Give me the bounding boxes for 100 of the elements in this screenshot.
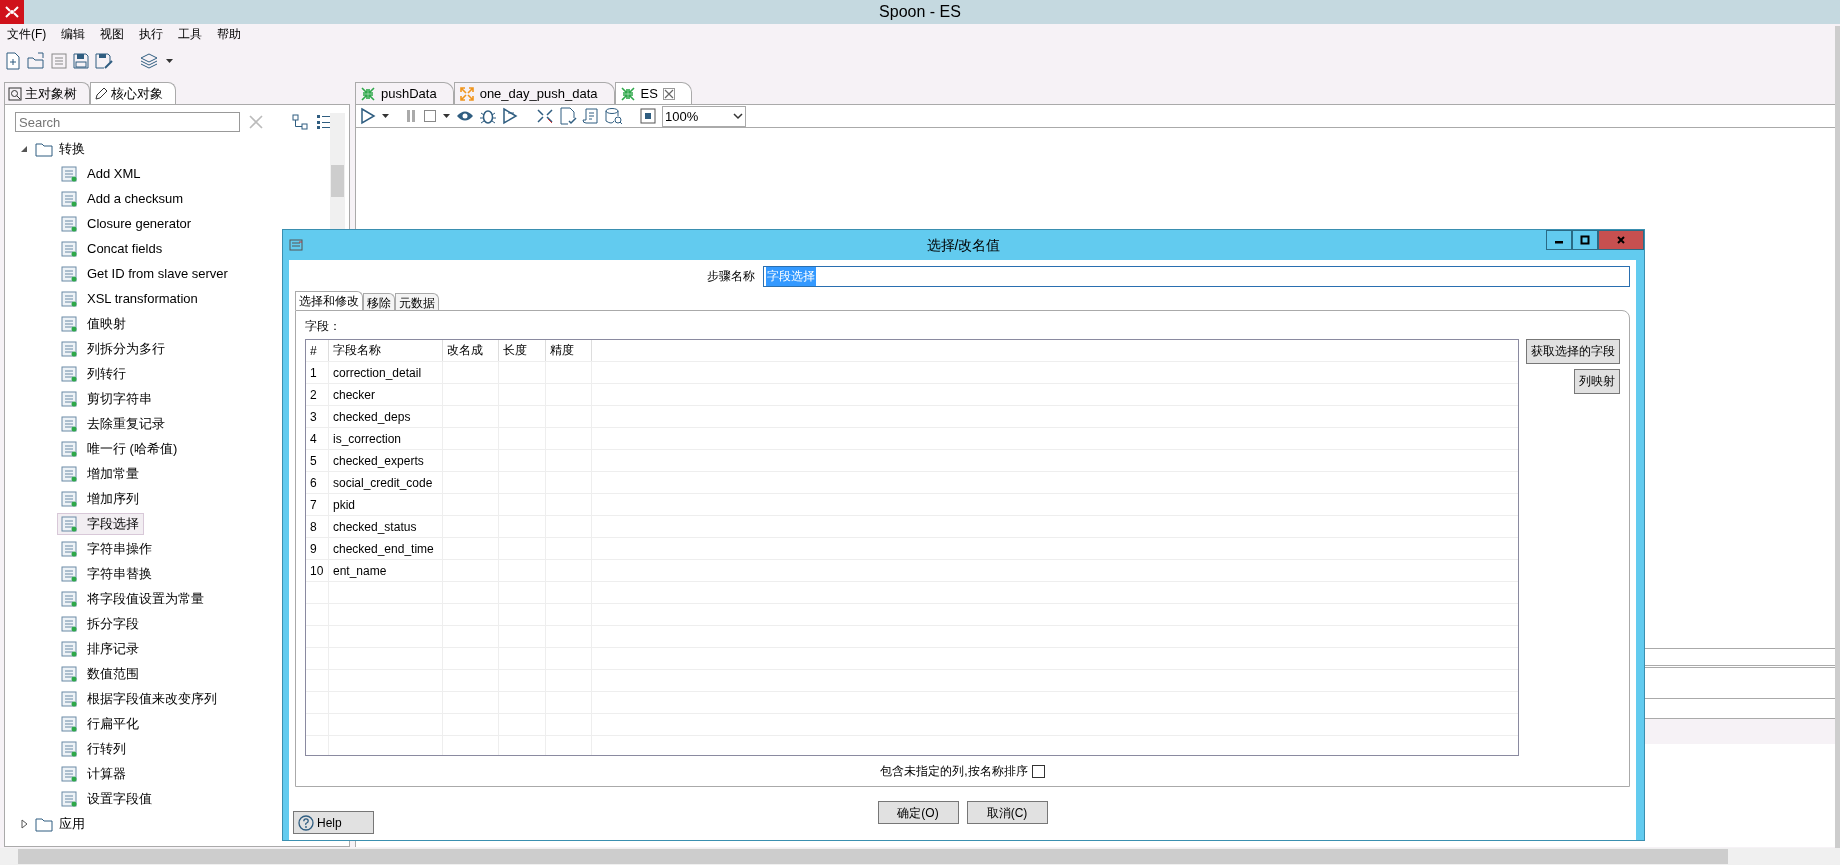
save-icon[interactable] <box>73 52 89 70</box>
layers-icon[interactable] <box>139 52 159 70</box>
script-icon[interactable] <box>582 107 600 125</box>
menu-item[interactable]: 执行 <box>139 25 164 43</box>
step-icon <box>60 514 78 533</box>
column-header[interactable]: 改名成 <box>443 340 499 361</box>
tab[interactable]: 核心对象 <box>90 82 176 104</box>
list-icon <box>289 238 303 252</box>
tree-item[interactable]: 字符串替换 <box>57 562 157 585</box>
collapsed-arrow-icon[interactable] <box>19 818 29 829</box>
row-number: 6 <box>306 472 329 493</box>
action-button[interactable]: 获取选择的字段 <box>1526 339 1620 364</box>
list-view-icon[interactable] <box>316 114 332 130</box>
close-tab-icon[interactable] <box>662 87 675 100</box>
row-number: 9 <box>306 538 329 559</box>
step-icon <box>60 164 78 183</box>
help-button[interactable]: Help <box>293 811 374 834</box>
stop-icon[interactable] <box>423 107 437 125</box>
tree-item[interactable]: 将字段值设置为常量 <box>57 587 209 610</box>
tree-item[interactable]: 计算器 <box>57 762 131 785</box>
step-icon <box>60 414 78 433</box>
tree-item[interactable]: 字符串操作 <box>57 537 157 560</box>
step-icon <box>60 789 78 808</box>
menu-item[interactable]: 帮助 <box>217 25 242 43</box>
checkbox[interactable] <box>1031 765 1045 778</box>
square-icon[interactable] <box>639 107 657 125</box>
dialog-button[interactable]: 确定(O) <box>877 801 959 824</box>
step-icon <box>60 639 78 658</box>
zoom-select[interactable]: 100% <box>662 105 746 127</box>
tree-item[interactable]: Get ID from slave server <box>57 262 233 285</box>
table-cell: checker <box>329 384 443 405</box>
tree-item[interactable]: Add a checksum <box>57 187 189 210</box>
search-field[interactable]: Search <box>15 112 240 132</box>
table-cell: social_credit_code <box>329 472 443 493</box>
tree-item[interactable]: 列拆分为多行 <box>57 337 170 360</box>
folder-icon <box>35 140 53 157</box>
menu-item[interactable]: 视图 <box>100 25 125 43</box>
tree-item[interactable]: 字段选择 <box>57 512 144 535</box>
tree-item[interactable]: Closure generator <box>57 212 197 235</box>
save-as-icon[interactable] <box>95 52 113 70</box>
close-icon <box>1616 235 1626 245</box>
column-header[interactable]: 字段名称 <box>329 340 443 361</box>
database-search-icon[interactable] <box>605 107 623 125</box>
tree-item[interactable]: 设置字段值 <box>57 787 157 810</box>
replay-icon[interactable] <box>502 107 520 125</box>
column-header[interactable]: 精度 <box>546 340 592 361</box>
menu-item[interactable]: 工具 <box>178 25 203 43</box>
tree-item[interactable]: 唯一行 (哈希值) <box>57 437 183 460</box>
close-button[interactable] <box>1598 230 1644 250</box>
tree-folder[interactable]: 转换 <box>59 139 85 158</box>
document-check-icon[interactable] <box>559 107 577 125</box>
step-icon <box>60 289 78 308</box>
menu-item[interactable]: 编辑 <box>61 25 86 43</box>
menu-item[interactable]: 文件(F) <box>7 25 47 43</box>
tree-item[interactable]: 数值范围 <box>57 662 144 685</box>
step-icon <box>60 739 78 758</box>
pencil-icon <box>94 86 108 101</box>
scrollbar[interactable] <box>1835 26 1840 848</box>
tree-item[interactable]: 排序记录 <box>57 637 144 660</box>
table-cell: checked_deps <box>329 406 443 427</box>
tree-item[interactable]: 根据字段值来改变序列 <box>57 687 222 710</box>
tree-item[interactable]: 值映射 <box>57 312 131 335</box>
step-icon <box>60 564 78 583</box>
step-icon <box>60 714 78 733</box>
minimize-button[interactable] <box>1546 230 1572 250</box>
search-icon <box>8 86 22 101</box>
tree-item[interactable]: XSL transformation <box>57 287 203 310</box>
action-button[interactable]: 列映射 <box>1574 369 1620 394</box>
tree-item[interactable]: 行转列 <box>57 737 131 760</box>
tree-item[interactable]: 剪切字符串 <box>57 387 157 410</box>
maximize-button[interactable] <box>1572 230 1598 250</box>
bug-icon[interactable] <box>479 107 497 125</box>
tab[interactable]: pushData <box>355 82 454 104</box>
tab[interactable]: 元数据 <box>395 293 439 310</box>
tree-item[interactable]: 行扁平化 <box>57 712 144 735</box>
tab[interactable]: one_day_push_data <box>453 82 615 104</box>
tree-item[interactable]: Add XML <box>57 162 146 185</box>
tree-item[interactable]: Concat fields <box>57 237 168 260</box>
tree-item[interactable]: 增加序列 <box>57 487 144 510</box>
step-icon <box>60 664 78 683</box>
tab[interactable]: 选择和修改 <box>295 291 363 310</box>
tab[interactable]: 主对象树 <box>4 82 90 104</box>
row-number: 8 <box>306 516 329 537</box>
tree-item[interactable]: 增加常量 <box>57 462 144 485</box>
hierarchy-icon[interactable] <box>292 114 308 130</box>
tab[interactable]: 移除 <box>363 293 395 310</box>
tab[interactable]: ES <box>614 82 692 104</box>
open-folder-icon[interactable] <box>27 52 45 70</box>
split-arrows-icon[interactable] <box>536 107 554 125</box>
tree-folder[interactable]: 应用 <box>59 814 85 833</box>
scrollbar[interactable] <box>0 848 1840 865</box>
run-icon[interactable] <box>360 107 376 125</box>
column-header[interactable]: 长度 <box>499 340 546 361</box>
new-file-icon[interactable] <box>5 52 21 70</box>
tree-item[interactable]: 列转行 <box>57 362 131 385</box>
tree-item[interactable]: 拆分字段 <box>57 612 144 635</box>
dialog-button[interactable]: 取消(C) <box>966 801 1048 824</box>
column-header[interactable]: # <box>306 340 329 361</box>
tree-item[interactable]: 去除重复记录 <box>57 412 170 435</box>
maximize-icon <box>1580 235 1590 245</box>
